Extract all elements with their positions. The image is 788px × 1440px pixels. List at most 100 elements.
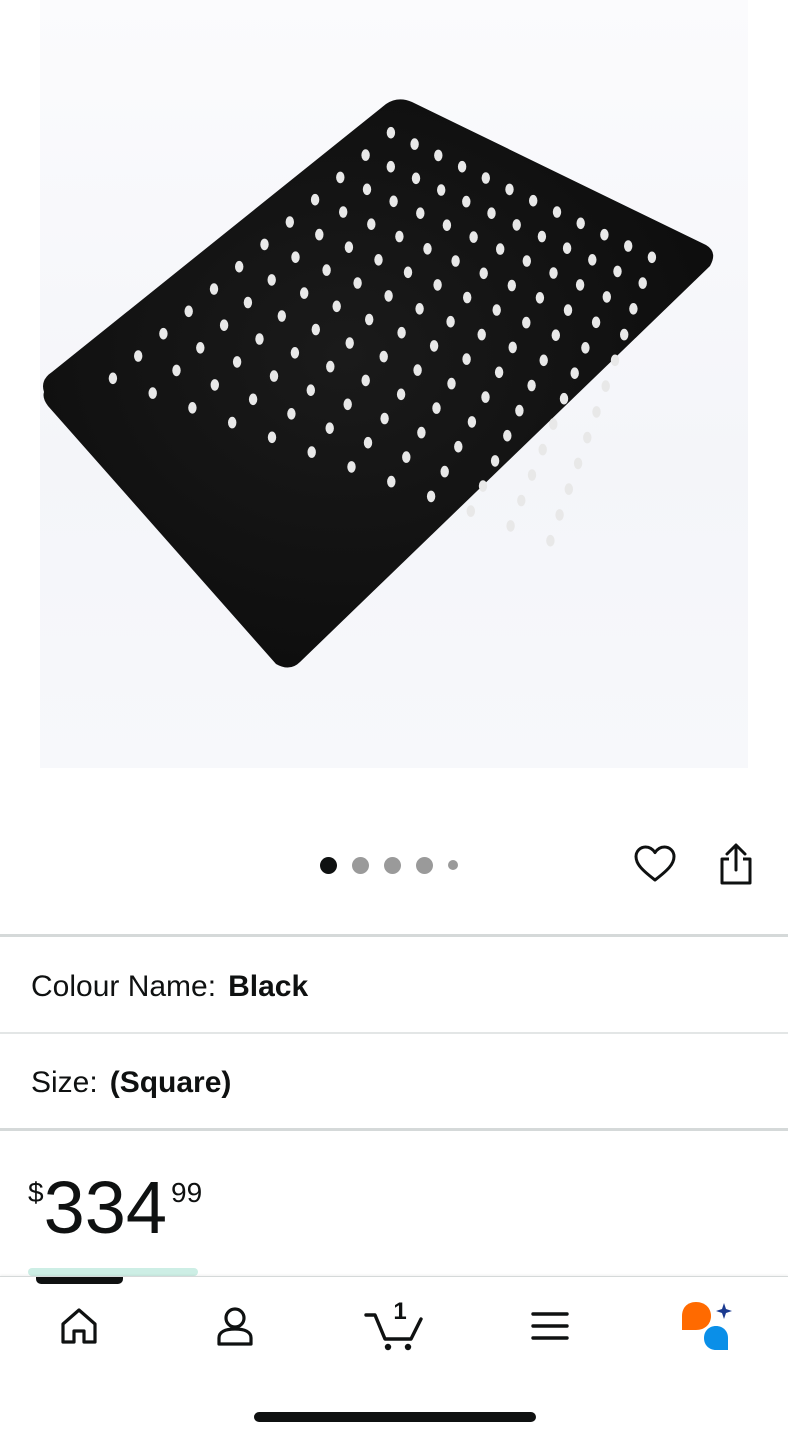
nozzle <box>506 520 515 532</box>
carousel-dot-3[interactable] <box>384 856 401 874</box>
nozzle <box>196 342 205 354</box>
nozzle <box>417 426 426 439</box>
nozzle <box>389 195 398 208</box>
nozzle <box>463 291 472 304</box>
nozzle <box>134 350 143 362</box>
tab-menu[interactable] <box>518 1296 582 1356</box>
nozzle <box>555 509 564 521</box>
menu-icon <box>531 1312 569 1340</box>
tab-home[interactable] <box>47 1296 111 1356</box>
nozzle <box>620 328 629 341</box>
nozzle <box>446 315 455 328</box>
nozzle <box>591 316 601 329</box>
tab-assistant[interactable] <box>674 1296 738 1356</box>
nozzle <box>410 138 419 150</box>
shower-head-image <box>43 99 714 668</box>
nozzle <box>496 243 505 255</box>
nozzle <box>559 392 569 405</box>
nozzle <box>479 267 488 280</box>
section-divider <box>0 1128 788 1131</box>
wishlist-button[interactable] <box>630 840 680 888</box>
nozzle <box>575 279 585 291</box>
nozzle <box>508 341 517 354</box>
nozzle <box>588 253 597 266</box>
home-icon <box>61 1308 97 1344</box>
colour-value: Black <box>228 970 309 1003</box>
image-carousel-dots[interactable] <box>320 855 458 875</box>
nozzle <box>457 160 467 173</box>
nozzle <box>432 402 441 414</box>
nozzle <box>522 316 531 329</box>
nozzle <box>478 480 488 492</box>
carousel-dot-1[interactable] <box>320 856 337 874</box>
nozzle <box>517 494 526 507</box>
nozzle <box>374 253 383 266</box>
nozzle <box>442 219 452 231</box>
colour-option-row[interactable]: Colour Name: Black <box>0 940 788 1034</box>
nozzle <box>490 455 500 467</box>
nozzle <box>402 451 411 463</box>
nozzle <box>537 230 547 243</box>
nozzle <box>306 384 315 397</box>
nozzle <box>310 193 320 206</box>
nozzle <box>546 534 555 547</box>
nozzle <box>481 391 490 403</box>
colour-label: Colour Name: <box>31 970 217 1003</box>
nozzle <box>429 340 439 352</box>
nozzle <box>507 279 516 292</box>
nozzle <box>325 422 334 435</box>
nozzle <box>300 287 309 299</box>
nozzle <box>326 360 335 373</box>
nozzle <box>613 265 622 278</box>
nozzle <box>148 387 157 399</box>
nozzle <box>267 431 277 444</box>
share-icon <box>720 843 752 885</box>
nozzle <box>397 326 406 339</box>
nozzle <box>570 367 579 380</box>
nozzle <box>576 217 585 230</box>
price-whole: 334 <box>43 1166 168 1249</box>
nozzle <box>624 240 633 252</box>
nozzle <box>411 172 421 185</box>
nozzle <box>307 446 316 458</box>
nozzle <box>433 279 442 291</box>
nozzle <box>601 380 610 392</box>
share-button[interactable] <box>712 838 760 890</box>
size-value: (Square) <box>109 1066 232 1099</box>
nozzle <box>386 126 396 139</box>
nozzle <box>467 416 477 428</box>
nozzle <box>287 408 296 420</box>
product-image[interactable] <box>40 0 748 768</box>
nozzle <box>345 337 354 349</box>
nozzle <box>440 465 449 478</box>
nozzle <box>562 242 572 254</box>
nozzle <box>527 469 537 481</box>
nozzle <box>367 218 376 230</box>
nozzle <box>384 290 393 302</box>
carousel-dot-2[interactable] <box>352 856 369 874</box>
nozzle <box>494 366 504 379</box>
nozzle <box>363 436 373 449</box>
nozzle <box>290 347 300 359</box>
carousel-dot-4[interactable] <box>416 856 433 874</box>
nozzle <box>315 228 324 241</box>
nozzle <box>454 440 463 453</box>
carousel-dot-5[interactable] <box>448 860 458 870</box>
cart-count: 1 <box>393 1298 407 1325</box>
nozzle <box>159 327 168 340</box>
nozzle <box>380 412 389 425</box>
nozzle <box>277 310 286 322</box>
price: $ 334 99 <box>28 1165 202 1245</box>
nozzle <box>209 283 219 295</box>
nozzle <box>529 194 538 207</box>
nozzle <box>285 216 294 228</box>
nozzle <box>379 350 388 363</box>
nozzle <box>512 219 521 231</box>
nozzle <box>267 274 276 286</box>
nozzle <box>344 241 354 253</box>
size-option-row[interactable]: Size: (Square) <box>0 1036 788 1130</box>
tab-account[interactable] <box>203 1296 267 1356</box>
nozzle <box>403 266 413 279</box>
nozzle <box>515 404 524 417</box>
nozzle <box>522 255 531 267</box>
